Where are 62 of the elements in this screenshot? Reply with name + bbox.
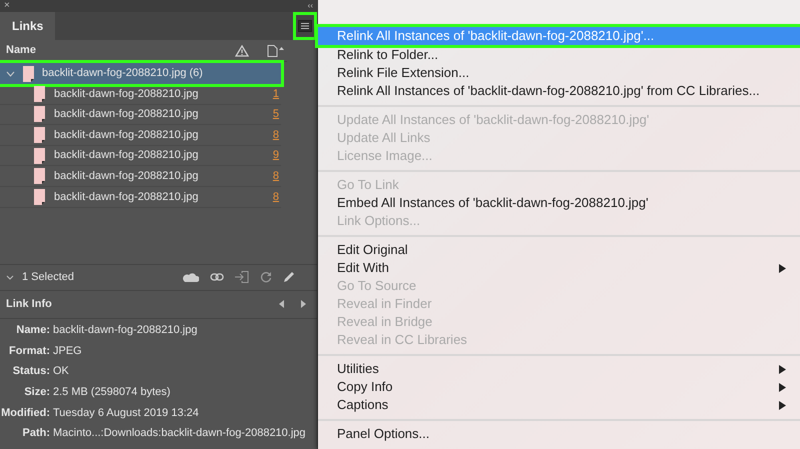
info-value: 2.5 MB (2598074 bytes) xyxy=(53,385,170,400)
link-row[interactable]: backlit-dawn-fog-2088210.jpg 5 xyxy=(0,104,281,126)
link-row[interactable]: backlit-dawn-fog-2088210.jpg 8 xyxy=(0,166,281,187)
selection-count: 1 Selected xyxy=(22,270,75,286)
panel-menu-button[interactable] xyxy=(296,15,314,37)
menu-item[interactable]: Utilities xyxy=(318,360,800,378)
link-row[interactable]: backlit-dawn-fog-2088210.jpg 8 xyxy=(0,125,281,146)
page-number-link[interactable]: 5 xyxy=(272,106,279,123)
menu-item[interactable]: Edit With xyxy=(318,259,800,277)
link-row[interactable]: backlit-dawn-fog-2088210.jpg 9 xyxy=(0,146,281,166)
info-value: OK xyxy=(53,364,69,380)
info-label: Size: xyxy=(23,385,50,400)
collapse-chevron-icon[interactable] xyxy=(6,274,14,280)
page-number-link[interactable]: 9 xyxy=(272,147,279,164)
menu-item[interactable]: Relink All Instances of 'backlit-dawn-fog-2088210.jpg'... xyxy=(318,27,800,45)
collapse-button[interactable]: ‹‹ xyxy=(308,2,313,10)
info-value: Tuesday 6 August 2019 13:24 xyxy=(53,406,199,421)
close-button[interactable]: × xyxy=(4,1,10,11)
panel-tab[interactable]: Links xyxy=(0,12,56,40)
previous-arrow-icon[interactable] xyxy=(279,300,285,308)
next-arrow-icon[interactable] xyxy=(301,300,307,308)
column-header[interactable]: Name xyxy=(6,42,223,59)
link-row[interactable]: backlit-dawn-fog-2088210.jpg 1 xyxy=(0,84,281,105)
go-to-link-icon[interactable] xyxy=(235,271,249,284)
refresh-icon[interactable] xyxy=(260,271,272,284)
menu-item[interactable]: Embed All Instances of 'backlit-dawn-fog-2088210.jpg' xyxy=(318,194,800,212)
link-icon[interactable] xyxy=(210,273,224,282)
menu-item[interactable]: Relink All Instances of 'backlit-dawn-fog-2088210.jpg' from CC Libraries... xyxy=(318,82,800,100)
cloud-link-icon[interactable] xyxy=(181,271,199,284)
menu-item[interactable]: Captions xyxy=(318,396,800,414)
image-file-icon xyxy=(34,188,45,205)
info-label: Status: xyxy=(12,364,50,380)
expand-chevron-icon[interactable] xyxy=(6,70,15,76)
link-row[interactable]: backlit-dawn-fog-2088210.jpg (6) xyxy=(0,63,281,84)
info-label: Path: xyxy=(22,426,50,442)
menu-item[interactable]: Relink File Extension... xyxy=(318,64,800,82)
menu-item[interactable]: Panel Options... xyxy=(318,425,800,443)
page-number-link[interactable]: 8 xyxy=(272,188,279,206)
pencil-icon[interactable] xyxy=(283,271,295,284)
image-file-icon xyxy=(34,126,45,143)
menu-item[interactable]: Copy Info xyxy=(318,378,800,396)
info-value: backlit-dawn-fog-2088210.jpg xyxy=(53,322,198,338)
image-file-icon xyxy=(34,86,45,102)
menu-item[interactable]: Edit Original xyxy=(318,241,800,259)
page-number-link[interactable]: 8 xyxy=(272,168,279,184)
info-label: Format: xyxy=(8,344,50,359)
image-file-icon xyxy=(23,66,34,82)
info-value: JPEG xyxy=(53,344,82,359)
menu-icon xyxy=(298,20,312,32)
link-row[interactable]: backlit-dawn-fog-2088210.jpg 8 xyxy=(0,186,281,208)
section-title: Link Info xyxy=(6,297,53,312)
info-label: Name: xyxy=(15,322,50,338)
image-file-icon xyxy=(34,148,45,164)
image-file-icon xyxy=(34,106,45,122)
page-sort-icon[interactable] xyxy=(267,44,285,56)
warning-icon[interactable] xyxy=(235,44,249,56)
page-number-link[interactable]: 1 xyxy=(272,86,279,102)
info-value: Macinto...:Downloads:backlit-dawn-fog-2088210.jpg xyxy=(53,426,306,442)
info-label: Modified: xyxy=(0,406,50,421)
image-file-icon xyxy=(34,168,45,184)
page-number-link[interactable]: 8 xyxy=(272,126,279,144)
menu-item[interactable]: Relink to Folder... xyxy=(318,46,800,64)
